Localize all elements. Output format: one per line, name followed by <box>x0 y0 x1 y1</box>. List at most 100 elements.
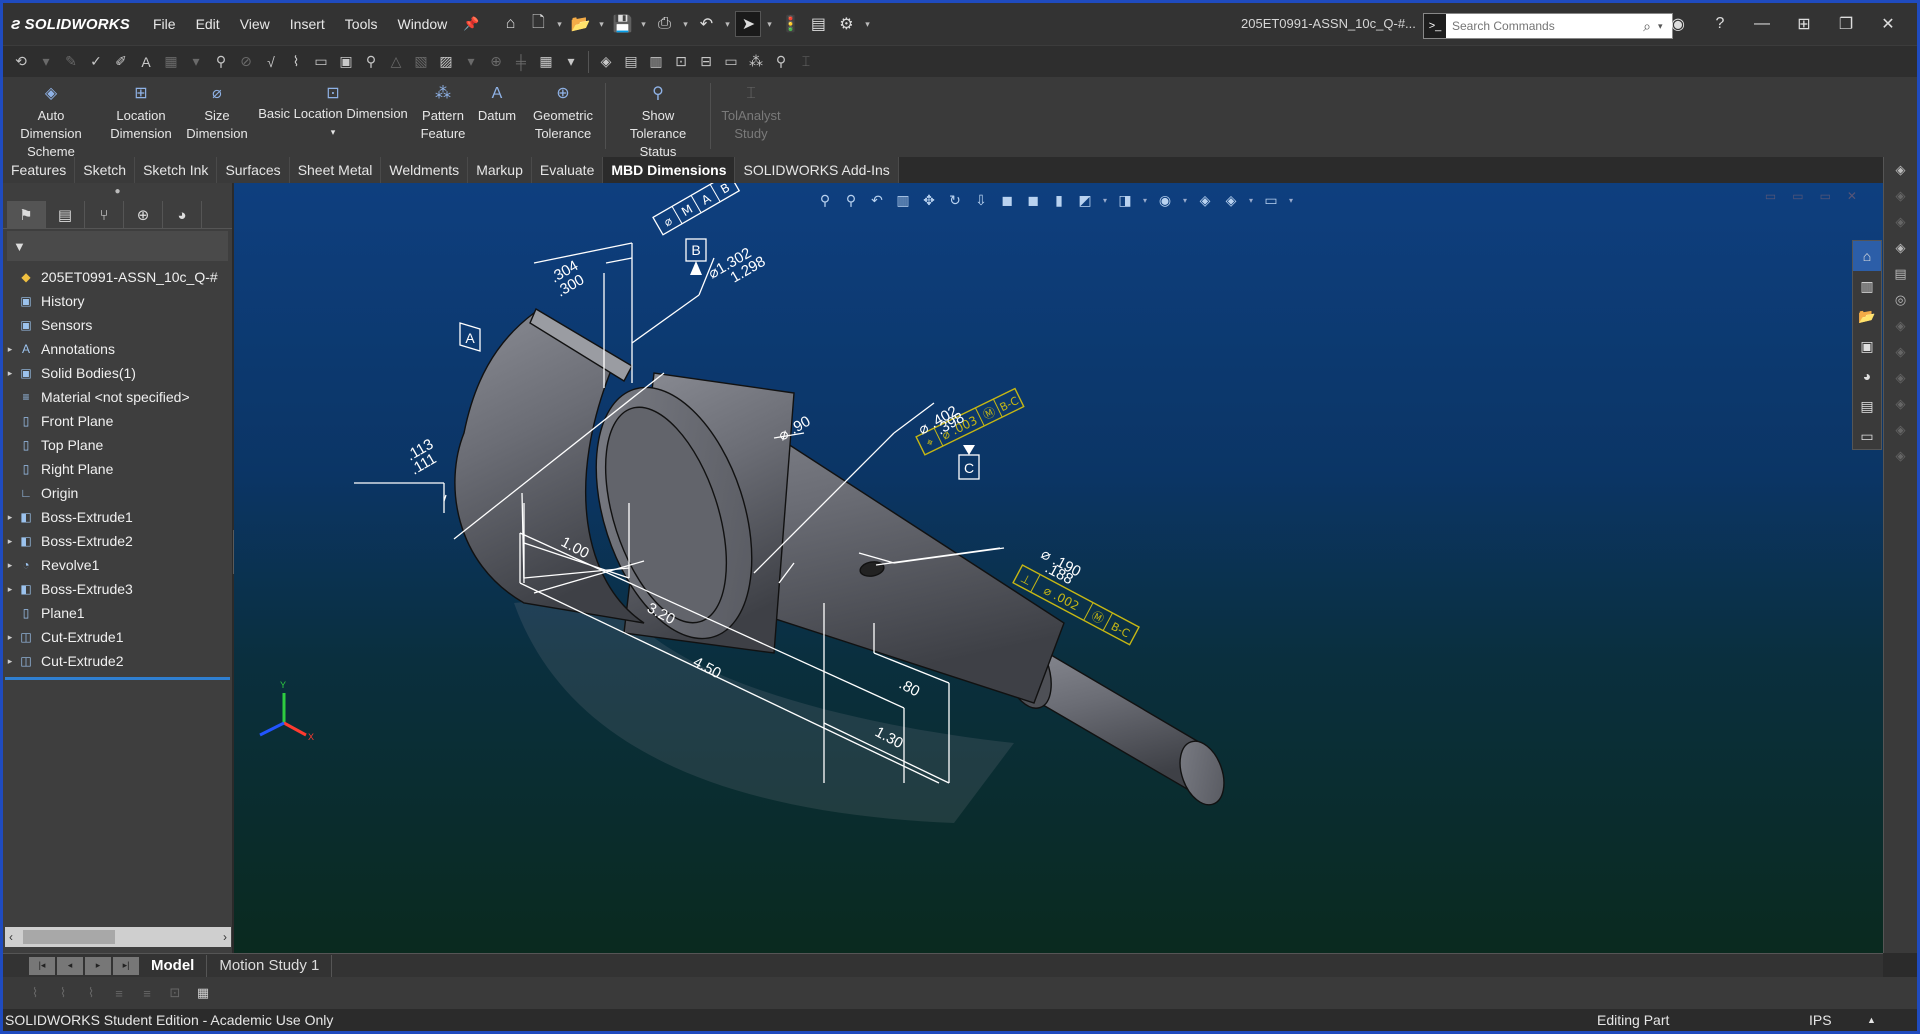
tab-motion-study-1[interactable]: Motion Study 1 <box>207 954 333 977</box>
bottom-tool-icon[interactable]: ⊡ <box>163 981 187 1005</box>
task-pane-icon[interactable]: ◈ <box>1886 339 1916 365</box>
graphics-viewport[interactable]: ⚲ ⚲ ↶ ▥ ✥ ↻ ⇩ ◼ ◼ ▮ ◩ ▾ ◨ ▾ ◉ ▾ ◈ ◈ ▾ ▭ … <box>234 183 1883 953</box>
task-pane-icon[interactable]: ◈ <box>1886 209 1916 235</box>
image-icon[interactable]: ▨ <box>434 50 458 74</box>
dimxpertmanager-tab-icon[interactable]: ⊕ <box>124 201 163 229</box>
fcf-top[interactable]: ⌀ M A B <box>652 183 741 236</box>
tree-item-top-plane[interactable]: ▯ Top Plane <box>3 433 232 457</box>
select-dropdown-icon[interactable]: ▾ <box>763 19 775 30</box>
hole-callout-icon[interactable]: ✐ <box>109 50 133 74</box>
scroll-right-icon[interactable]: › <box>223 930 227 944</box>
open-folder-icon[interactable]: 📂 <box>567 11 593 37</box>
menu-edit[interactable]: Edit <box>186 3 230 45</box>
close-icon[interactable]: ✕ <box>1869 14 1907 34</box>
bottom-tool-icon[interactable]: ⌇ <box>79 981 103 1005</box>
menu-file[interactable]: File <box>143 3 186 45</box>
tab-surfaces[interactable]: Surfaces <box>217 157 290 183</box>
help-icon[interactable]: ? <box>1701 15 1739 33</box>
file-explorer-icon[interactable]: 📂 <box>1853 301 1881 331</box>
tab-sheet-metal[interactable]: Sheet Metal <box>289 157 382 183</box>
last-tab-icon[interactable]: ▸| <box>113 956 139 975</box>
file-properties-icon[interactable]: ▤ <box>805 11 831 37</box>
geometric-tolerance-button[interactable]: ⊕ Geometric Tolerance <box>523 83 603 143</box>
select-cursor-icon[interactable]: ➤ <box>735 11 762 37</box>
print-icon[interactable]: ⎙ <box>651 11 677 37</box>
expand-arrow-icon[interactable]: ▸ <box>3 536 17 547</box>
globe-icon[interactable]: ◎ <box>1886 287 1916 313</box>
expand-arrow-icon[interactable]: ▸ <box>3 344 17 355</box>
surface-finish-check-icon[interactable]: √ <box>259 50 283 74</box>
tree-item-history[interactable]: ▣ History <box>3 289 232 313</box>
auto-scheme-icon[interactable]: ▤ <box>619 50 643 74</box>
size-dimension-button[interactable]: ⌀ Size Dimension <box>183 83 251 143</box>
task-pane-icon[interactable]: ▤ <box>1886 261 1916 287</box>
user-account-icon[interactable]: ◉ <box>1659 14 1697 34</box>
status-units[interactable]: IPS <box>1809 1012 1832 1028</box>
restore-icon[interactable]: ❐ <box>1827 14 1865 34</box>
tree-item-front-plane[interactable]: ▯ Front Plane <box>3 409 232 433</box>
task-pane-icon[interactable]: ◈ <box>1886 235 1916 261</box>
task-pane-icon[interactable]: ◈ <box>1886 443 1916 469</box>
datum-icon[interactable]: ⊟ <box>694 50 718 74</box>
show-status-icon[interactable]: ⚲ <box>769 50 793 74</box>
expand-arrow-icon[interactable]: ▸ <box>3 368 17 379</box>
tree-item-boss-extrude1[interactable]: ▸ ◧ Boss-Extrude1 <box>3 505 232 529</box>
task-pane-icon[interactable]: ◈ <box>1886 157 1916 183</box>
hatch-icon[interactable]: ▧ <box>409 50 433 74</box>
smart-dimension-icon[interactable]: ⟲ <box>9 50 33 74</box>
forum-icon[interactable]: ▭ <box>1853 421 1881 451</box>
weld-bead-icon[interactable]: ⌇ <box>284 50 308 74</box>
tree-item-right-plane[interactable]: ▯ Right Plane <box>3 457 232 481</box>
menu-insert[interactable]: Insert <box>280 3 335 45</box>
expand-arrow-icon[interactable]: ▸ <box>3 560 17 571</box>
tree-item-boss-extrude2[interactable]: ▸ ◧ Boss-Extrude2 <box>3 529 232 553</box>
tab-sketch[interactable]: Sketch <box>75 157 136 183</box>
options-gear-icon[interactable]: ⚙ <box>833 11 859 37</box>
datum-target-icon[interactable]: ⊘ <box>234 50 258 74</box>
expand-arrow-icon[interactable]: ▸ <box>3 512 17 523</box>
size-icon[interactable]: ⊡ <box>669 50 693 74</box>
home-view-icon[interactable]: ⌂ <box>1853 241 1881 271</box>
home-icon[interactable]: ⌂ <box>497 11 523 37</box>
menu-window[interactable]: Window <box>387 3 457 45</box>
tab-model[interactable]: Model <box>139 954 208 977</box>
tree-item-boss-extrude3[interactable]: ▸ ◧ Boss-Extrude3 <box>3 577 232 601</box>
bottom-tool-icon[interactable]: ≡ <box>135 981 159 1005</box>
propertymanager-tab-icon[interactable]: ▤ <box>46 201 85 229</box>
expand-arrow-icon[interactable]: ▸ <box>3 632 17 643</box>
search-annotation-icon[interactable]: ⚲ <box>359 50 383 74</box>
view-palette-icon[interactable]: ▣ <box>1853 331 1881 361</box>
show-tolerance-status-button[interactable]: ⚲ Show Tolerance Status <box>608 83 708 161</box>
first-tab-icon[interactable]: |◂ <box>29 956 55 975</box>
surface-finish-icon[interactable]: ✎ <box>59 50 83 74</box>
tree-item-origin[interactable]: ∟ Origin <box>3 481 232 505</box>
tile-windows-icon[interactable]: ⊞ <box>1785 14 1823 34</box>
center-mark-icon[interactable]: ⊕ <box>484 50 508 74</box>
tree-item-material[interactable]: ≡ Material <not specified> <box>3 385 232 409</box>
tab-features[interactable]: Features <box>3 157 76 183</box>
pattern-icon[interactable]: ⁂ <box>744 50 768 74</box>
scrollbar-thumb[interactable] <box>23 930 115 944</box>
displaymanager-tab-icon[interactable]: ◕ <box>163 201 202 229</box>
expand-arrow-icon[interactable]: ▸ <box>3 584 17 595</box>
block-icon[interactable]: ▣ <box>334 50 358 74</box>
tab-evaluate[interactable]: Evaluate <box>531 157 604 183</box>
weld-symbol-icon[interactable]: ✓ <box>84 50 108 74</box>
task-pane-icon[interactable]: ◈ <box>1886 365 1916 391</box>
bottom-tool-icon[interactable]: ⌇ <box>51 981 75 1005</box>
new-document-icon[interactable]: 🗋 <box>525 11 551 37</box>
configurationmanager-tab-icon[interactable]: ⑂ <box>85 201 124 229</box>
tolanalyst-study-button[interactable]: ⌶ TolAnalyst Study <box>713 83 789 143</box>
table-icon[interactable]: ▦ <box>534 50 558 74</box>
appearances-icon[interactable]: ◕ <box>1853 361 1881 391</box>
dropdown-icon[interactable]: ▾ <box>184 50 208 74</box>
menu-tools[interactable]: Tools <box>335 3 388 45</box>
magnify-icon[interactable]: ⚲ <box>209 50 233 74</box>
task-pane-icon[interactable]: ◈ <box>1886 391 1916 417</box>
tab-weldments[interactable]: Weldments <box>381 157 469 183</box>
dim-80[interactable]: .80 <box>896 676 922 701</box>
bottom-tool-icon[interactable]: ≡ <box>107 981 131 1005</box>
save-dropdown-icon[interactable]: ▾ <box>637 19 649 30</box>
note-icon[interactable]: A <box>134 50 158 74</box>
status-units-arrow-icon[interactable]: ▲ <box>1867 1015 1876 1025</box>
